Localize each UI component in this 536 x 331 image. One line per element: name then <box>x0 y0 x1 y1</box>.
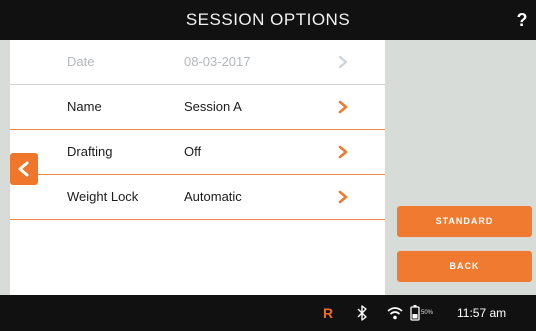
chevron-right-icon[interactable] <box>336 100 350 114</box>
clock: 11:57 am <box>457 306 507 320</box>
back-arrow-button[interactable] <box>10 153 38 185</box>
battery-percent: 50% <box>421 310 434 316</box>
list-item-name[interactable]: Name Session A <box>10 85 385 130</box>
list-item-drafting[interactable]: Drafting Off <box>10 130 385 175</box>
title-bar: SESSION OPTIONS ? <box>0 0 536 40</box>
list-item-label: Name <box>67 99 102 114</box>
list-item-label: Weight Lock <box>67 189 139 204</box>
bluetooth-icon <box>357 305 367 321</box>
chevron-right-icon[interactable] <box>336 145 350 159</box>
list-item-value: Off <box>184 144 202 159</box>
chevron-right-icon <box>338 55 348 69</box>
list-item-value: Automatic <box>184 189 242 204</box>
chevron-left-icon <box>18 161 29 177</box>
standard-button[interactable]: STANDARD <box>397 206 532 237</box>
list-item-date: Date 08-03-2017 <box>10 40 385 85</box>
list-item-label: Date <box>67 54 95 69</box>
page-title: SESSION OPTIONS <box>185 10 351 29</box>
list-item-weight-lock[interactable]: Weight Lock Automatic <box>10 175 385 220</box>
list-item-value: Session A <box>184 99 242 114</box>
record-indicator: R <box>323 305 334 321</box>
wifi-icon <box>387 307 403 320</box>
options-list: Date 08-03-2017 Name Session A Drafting … <box>10 40 385 295</box>
status-bar: R 50% 11:57 am <box>0 295 536 331</box>
help-icon[interactable]: ? <box>512 0 532 40</box>
battery-icon <box>410 305 420 321</box>
list-item-label: Drafting <box>67 144 113 159</box>
chevron-right-icon[interactable] <box>336 190 350 204</box>
screen: SESSION OPTIONS ? Date 08-03-2017 Name S… <box>0 0 536 331</box>
back-button[interactable]: BACK <box>397 251 532 282</box>
list-item-value: 08-03-2017 <box>184 54 251 69</box>
